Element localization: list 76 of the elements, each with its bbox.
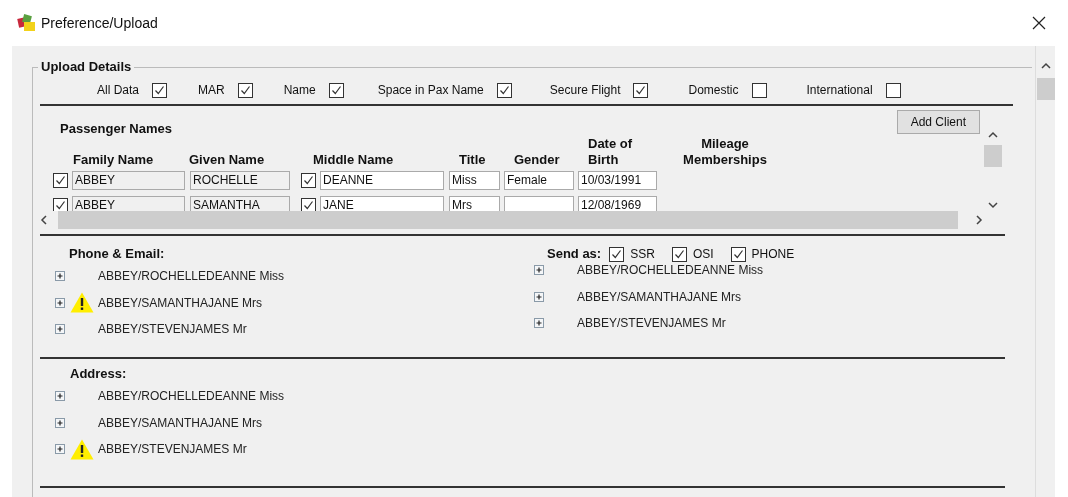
expand-icon[interactable]: [55, 444, 65, 455]
expand-icon[interactable]: [55, 297, 65, 308]
given-name-field[interactable]: SAMANTHA: [190, 196, 290, 211]
scroll-thumb[interactable]: [984, 145, 1002, 167]
column-header: Family Name: [73, 152, 155, 168]
checkbox[interactable]: [53, 173, 68, 188]
window-scrollbar[interactable]: [1035, 46, 1055, 497]
passenger-name: ABBEY/STEVENJAMES Mr: [577, 315, 726, 333]
column-header: Middle Name: [313, 152, 395, 168]
checkbox[interactable]: [633, 82, 649, 98]
passenger-name: ABBEY/ROCHELLEDEANNE Miss: [98, 388, 285, 406]
checkbox[interactable]: [237, 82, 253, 98]
family-name-field[interactable]: ABBEY: [72, 171, 185, 190]
checkbox[interactable]: [730, 246, 746, 262]
checkbox[interactable]: [609, 246, 625, 262]
expand-icon[interactable]: [534, 265, 544, 276]
date-of-birth-field[interactable]: 10/03/1991: [578, 171, 657, 190]
scroll-left-icon[interactable]: [40, 215, 50, 225]
passenger-name: ABBEY/ROCHELLEDEANNE Miss: [577, 262, 764, 280]
checkbox[interactable]: [53, 198, 68, 211]
title-field[interactable]: Miss: [449, 171, 500, 190]
expand-icon[interactable]: [55, 417, 65, 428]
title-field[interactable]: Mrs: [449, 196, 500, 211]
option-label: OSI: [692, 246, 714, 263]
column-header: Gender: [514, 152, 561, 168]
section-title: Passenger Names: [60, 121, 172, 136]
passenger-name: ABBEY/ROCHELLEDEANNE Miss: [98, 268, 285, 286]
section-title: Phone & Email:: [69, 245, 165, 263]
option-label: Domestic: [688, 82, 739, 99]
option-label: MAR: [198, 82, 225, 99]
passenger-name: ABBEY/STEVENJAMES Mr: [98, 321, 247, 339]
close-icon[interactable]: [1032, 16, 1046, 30]
column-header: Mileage Memberships: [682, 136, 768, 168]
scroll-down-icon[interactable]: [988, 201, 998, 211]
option-label: SSR: [630, 246, 655, 263]
option-label: PHONE: [751, 246, 795, 263]
expand-icon[interactable]: [55, 391, 65, 402]
scroll-thumb[interactable]: [1036, 78, 1055, 100]
checkbox[interactable]: [328, 82, 344, 98]
family-name-field[interactable]: ABBEY: [72, 196, 185, 211]
gender-field[interactable]: Female: [504, 171, 574, 190]
option-label: Secure Flight: [549, 82, 621, 99]
option-label: All Data: [97, 82, 140, 99]
window-title: Preference/Upload: [41, 13, 158, 33]
middle-name-field[interactable]: JANE: [320, 196, 444, 211]
passenger-name: ABBEY/SAMANTHAJANE Mrs: [577, 288, 742, 306]
checkbox[interactable]: [751, 82, 767, 98]
option-label: Name: [283, 82, 316, 99]
column-header: Date of Birth: [588, 136, 634, 168]
passenger-name: ABBEY/SAMANTHAJANE Mrs: [98, 414, 263, 432]
expand-icon[interactable]: [534, 291, 544, 302]
expand-icon[interactable]: [55, 271, 65, 282]
scroll-right-icon[interactable]: [974, 215, 985, 225]
given-name-field[interactable]: ROCHELLE: [190, 171, 290, 190]
passenger-name: ABBEY/SAMANTHAJANE Mrs: [98, 294, 263, 312]
option-label: International: [806, 82, 873, 99]
section-title: Address:: [70, 365, 127, 383]
column-header: Given Name: [189, 152, 266, 168]
middle-name-field[interactable]: DEANNE: [320, 171, 444, 190]
app-icon: [17, 14, 36, 32]
date-of-birth-field[interactable]: 12/08/1969: [578, 196, 657, 211]
send-as-label: Send as:: [547, 245, 602, 264]
gender-field[interactable]: [504, 196, 574, 211]
group-title: Upload Details: [38, 59, 135, 75]
expand-icon[interactable]: [55, 324, 65, 335]
checkbox[interactable]: [301, 173, 316, 188]
checkbox[interactable]: [885, 82, 901, 98]
add-client-button[interactable]: Add Client: [896, 110, 980, 134]
passenger-name: ABBEY/STEVENJAMES Mr: [98, 441, 247, 459]
column-header: Title: [459, 152, 487, 168]
option-label: Space in Pax Name: [377, 82, 484, 99]
checkbox[interactable]: [152, 82, 168, 98]
checkbox[interactable]: [671, 246, 687, 262]
expand-icon[interactable]: [534, 318, 544, 329]
checkbox[interactable]: [496, 82, 512, 98]
checkbox[interactable]: [301, 198, 316, 211]
